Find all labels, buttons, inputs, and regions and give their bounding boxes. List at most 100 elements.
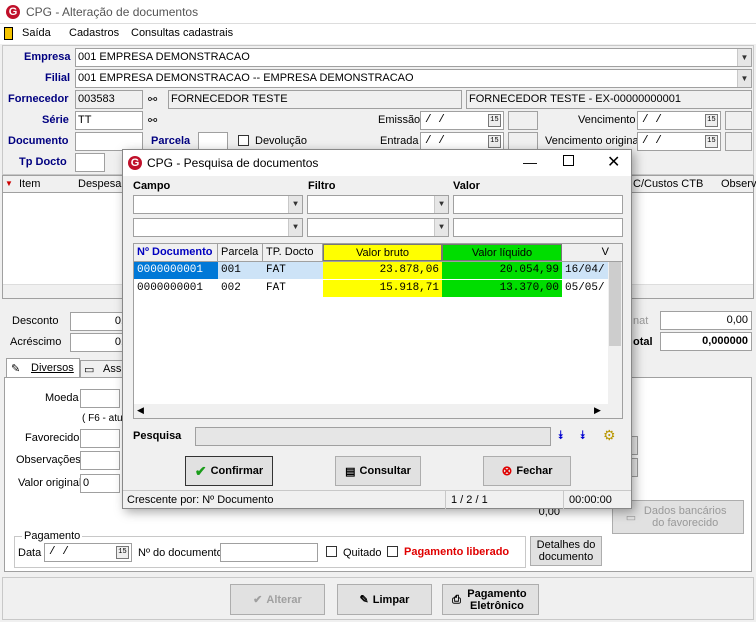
scroll-right-icon[interactable]: ▶ xyxy=(594,405,601,416)
campo-select-2[interactable]: ▼ xyxy=(133,218,303,237)
filtro-select-2[interactable]: ▼ xyxy=(307,218,449,237)
devolucao-label: Devolução xyxy=(255,135,307,147)
app-logo-icon: G xyxy=(128,156,142,170)
col-ndocumento[interactable]: Nº Documento xyxy=(134,244,218,261)
close-icon[interactable]: ✕ xyxy=(607,152,620,172)
observacoes-input[interactable] xyxy=(80,451,120,470)
calendar-icon[interactable]: 15 xyxy=(488,114,501,127)
results-header: Nº Documento Parcela TP. Docto Valor bru… xyxy=(134,244,622,262)
close-circle-icon: ⊗ xyxy=(501,463,513,478)
chevron-down-icon[interactable]: ▼ xyxy=(434,196,448,213)
tpdocto-input[interactable] xyxy=(75,153,105,172)
pagamento-date[interactable]: / /15 xyxy=(44,543,132,562)
row2-liquido: 13.370,00 xyxy=(442,280,562,297)
binoculars-icon[interactable]: ⚯ xyxy=(148,93,157,106)
venc-original-label: Vencimento original xyxy=(545,135,642,147)
detalhes-button[interactable]: Detalhes do documento xyxy=(530,536,602,566)
emissao-extra xyxy=(508,111,538,130)
vencimento-date[interactable]: / /15 xyxy=(637,111,721,130)
chevron-down-icon[interactable]: ▼ xyxy=(434,219,448,236)
binoculars-icon[interactable]: ⚯ xyxy=(148,114,157,127)
limpar-label: Limpar xyxy=(372,593,410,606)
filial-select[interactable]: 001 EMPRESA DEMONSTRACAO -- EMPRESA DEMO… xyxy=(75,69,752,88)
table-row[interactable]: 0000000001 002 FAT 15.918,71 13.370,00 0… xyxy=(134,280,609,297)
col-v[interactable]: V xyxy=(562,244,612,261)
row-indicator-icon: ▼ xyxy=(5,179,13,188)
data-label: Data xyxy=(18,547,42,559)
consultar-button[interactable]: ▤ Consultar xyxy=(335,456,421,486)
quitado-checkbox[interactable] xyxy=(326,546,337,557)
valor-input-2[interactable] xyxy=(453,218,623,237)
status-divider xyxy=(445,491,446,509)
chevron-down-icon[interactable]: ▼ xyxy=(737,70,751,87)
pagamento-eletronico-button[interactable]: ⎙ Pagamento Eletrônico xyxy=(442,584,539,615)
settings-gear-icon[interactable]: ⚙ xyxy=(603,427,616,444)
results-vscroll[interactable] xyxy=(608,262,622,404)
calendar-icon[interactable]: 15 xyxy=(705,114,718,127)
vencimento-label: Vencimento xyxy=(578,114,636,126)
col-despesa[interactable]: Despesa xyxy=(78,178,121,190)
limpar-button[interactable]: ✎ Limpar xyxy=(337,584,432,615)
calendar-icon[interactable]: 15 xyxy=(116,546,129,559)
menu-consultas[interactable]: Consultas cadastrais xyxy=(131,27,233,39)
col-ccustos[interactable]: C/Custos CTB xyxy=(633,178,703,190)
sort-desc-icon[interactable]: ⯯ xyxy=(557,428,564,443)
pag-liberado-checkbox[interactable] xyxy=(387,546,398,557)
venc-original-date[interactable]: / /15 xyxy=(637,132,721,151)
status-sort: Crescente por: Nº Documento xyxy=(127,494,274,506)
venc-original-extra xyxy=(725,132,752,151)
dialog-title-bar: G CPG - Pesquisa de documentos — ✕ xyxy=(123,150,631,176)
chevron-down-icon[interactable]: ▼ xyxy=(288,196,302,213)
results-hscroll[interactable]: ◀ ▶ xyxy=(134,404,622,418)
acrescimo-input[interactable]: 0, xyxy=(70,333,125,352)
empresa-select[interactable]: 001 EMPRESA DEMONSTRACAO ▼ xyxy=(75,48,752,67)
pesquisa-input[interactable] xyxy=(195,427,551,446)
pesquisa-label: Pesquisa xyxy=(133,430,182,442)
tab-diversos[interactable]: ✎ Diversos xyxy=(6,358,80,378)
confirmar-button[interactable]: ✔ Confirmar xyxy=(185,456,273,486)
title-bar: G CPG - Alteração de documentos xyxy=(0,0,756,24)
campo-select-1[interactable]: ▼ xyxy=(133,195,303,214)
col-valor-bruto[interactable]: Valor bruto xyxy=(323,244,442,261)
col-item[interactable]: Item xyxy=(19,178,40,190)
col-tpdocto[interactable]: TP. Docto xyxy=(263,244,323,261)
favorecido-label: Favorecido xyxy=(25,432,80,444)
filtro-select-1[interactable]: ▼ xyxy=(307,195,449,214)
nat-value: 0,00 xyxy=(660,311,752,330)
favorecido-input[interactable] xyxy=(80,429,120,448)
documento-label: Documento xyxy=(8,135,69,147)
chevron-down-icon[interactable]: ▼ xyxy=(737,49,751,66)
check-icon: ✔ xyxy=(194,462,207,479)
menu-saida[interactable]: Saída xyxy=(22,27,51,39)
desconto-input[interactable]: 0, xyxy=(70,312,125,331)
menu-cadastros[interactable]: Cadastros xyxy=(69,27,119,39)
scroll-left-icon[interactable]: ◀ xyxy=(137,405,144,416)
col-observ[interactable]: Observ xyxy=(721,178,756,190)
chevron-down-icon[interactable]: ▼ xyxy=(288,219,302,236)
tab-ass[interactable]: ▭ Ass xyxy=(80,360,126,378)
fornecedor-code-input[interactable]: 003583 xyxy=(75,90,143,109)
document-icon: ▭ xyxy=(84,364,95,376)
valor-input-1[interactable] xyxy=(453,195,623,214)
alterar-button[interactable]: ✔ Alterar xyxy=(230,584,325,615)
calendar-icon[interactable]: 15 xyxy=(705,135,718,148)
table-row[interactable]: 0000000001 001 FAT 23.878,06 20.054,99 1… xyxy=(134,262,612,279)
valor-original-input[interactable]: 0 xyxy=(80,474,120,493)
calendar-icon[interactable]: 15 xyxy=(488,135,501,148)
maximize-icon[interactable] xyxy=(563,155,574,166)
serie-input[interactable]: TT xyxy=(75,111,143,130)
scroll-thumb[interactable] xyxy=(609,262,621,346)
fechar-button[interactable]: ⊗ Fechar xyxy=(483,456,571,486)
sort-desc-alt-icon[interactable]: ⯯ xyxy=(579,428,586,443)
col-parcela[interactable]: Parcela xyxy=(218,244,263,261)
row1-v: 16/04/ xyxy=(562,262,612,279)
ndoc-input[interactable] xyxy=(220,543,318,562)
row2-v: 05/05/ xyxy=(565,282,605,294)
moeda-input[interactable] xyxy=(80,389,120,408)
emissao-date[interactable]: / /15 xyxy=(420,111,504,130)
col-valor-liquido[interactable]: Valor líquido xyxy=(442,244,562,261)
devolucao-checkbox[interactable] xyxy=(238,135,249,146)
results-grid[interactable]: Nº Documento Parcela TP. Docto Valor bru… xyxy=(133,243,623,419)
minimize-icon[interactable]: — xyxy=(523,154,537,170)
parcela-label: Parcela xyxy=(151,135,191,147)
